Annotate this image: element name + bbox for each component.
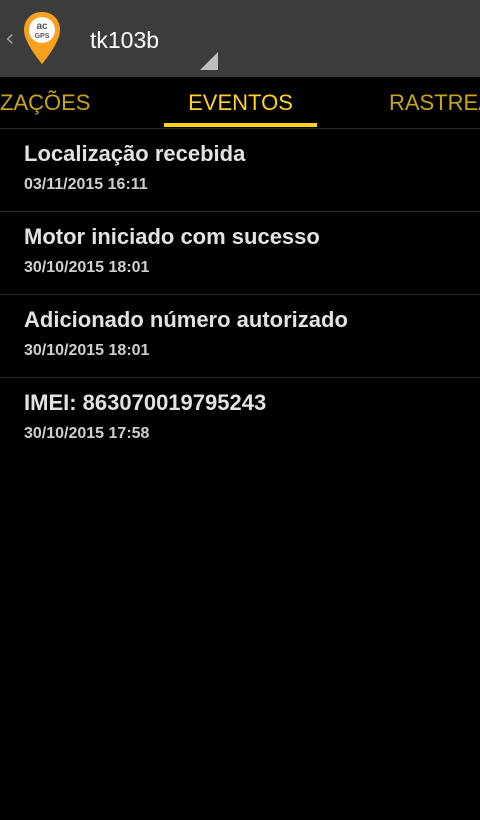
tab-localizacoes[interactable]: ZAÇÕES (0, 77, 90, 129)
app-logo-icon: ac GPS (24, 12, 60, 64)
event-timestamp: 30/10/2015 18:01 (24, 259, 150, 276)
active-tab-indicator (164, 123, 317, 127)
event-title: Adicionado número autorizado (24, 307, 348, 332)
event-title: IMEI: 863070019795243 (24, 390, 267, 415)
event-timestamp: 03/11/2015 16:11 (24, 176, 148, 193)
app-screen: ‹ ac GPS tk103b ZAÇÕES EVENTOS RASTREA L… (0, 0, 480, 820)
logo-text-top: ac (36, 21, 48, 32)
device-spinner[interactable]: tk103b (78, 12, 220, 72)
event-timestamp: 30/10/2015 18:01 (24, 342, 150, 359)
tab-eventos[interactable]: EVENTOS (164, 77, 317, 129)
list-item[interactable]: IMEI: 863070019795243 30/10/2015 17:58 (0, 378, 480, 460)
event-title: Motor iniciado com sucesso (24, 224, 320, 249)
tab-strip: ZAÇÕES EVENTOS RASTREA (0, 77, 480, 129)
action-bar: ‹ ac GPS tk103b (0, 0, 480, 77)
list-item[interactable]: Motor iniciado com sucesso 30/10/2015 18… (0, 212, 480, 295)
event-list: Localização recebida 03/11/2015 16:11 Mo… (0, 129, 480, 460)
chevron-left-icon: ‹ (5, 24, 15, 52)
list-item[interactable]: Localização recebida 03/11/2015 16:11 (0, 129, 480, 212)
event-title: Localização recebida (24, 141, 246, 166)
device-name: tk103b (90, 27, 160, 53)
up-navigation-button[interactable]: ‹ ac GPS (0, 0, 66, 77)
logo-text-bottom: GPS (35, 33, 50, 40)
tab-rastreamento[interactable]: RASTREA (389, 77, 480, 129)
list-item[interactable]: Adicionado número autorizado 30/10/2015 … (0, 295, 480, 378)
dropdown-arrow-icon (200, 52, 218, 70)
event-timestamp: 30/10/2015 17:58 (24, 425, 150, 442)
